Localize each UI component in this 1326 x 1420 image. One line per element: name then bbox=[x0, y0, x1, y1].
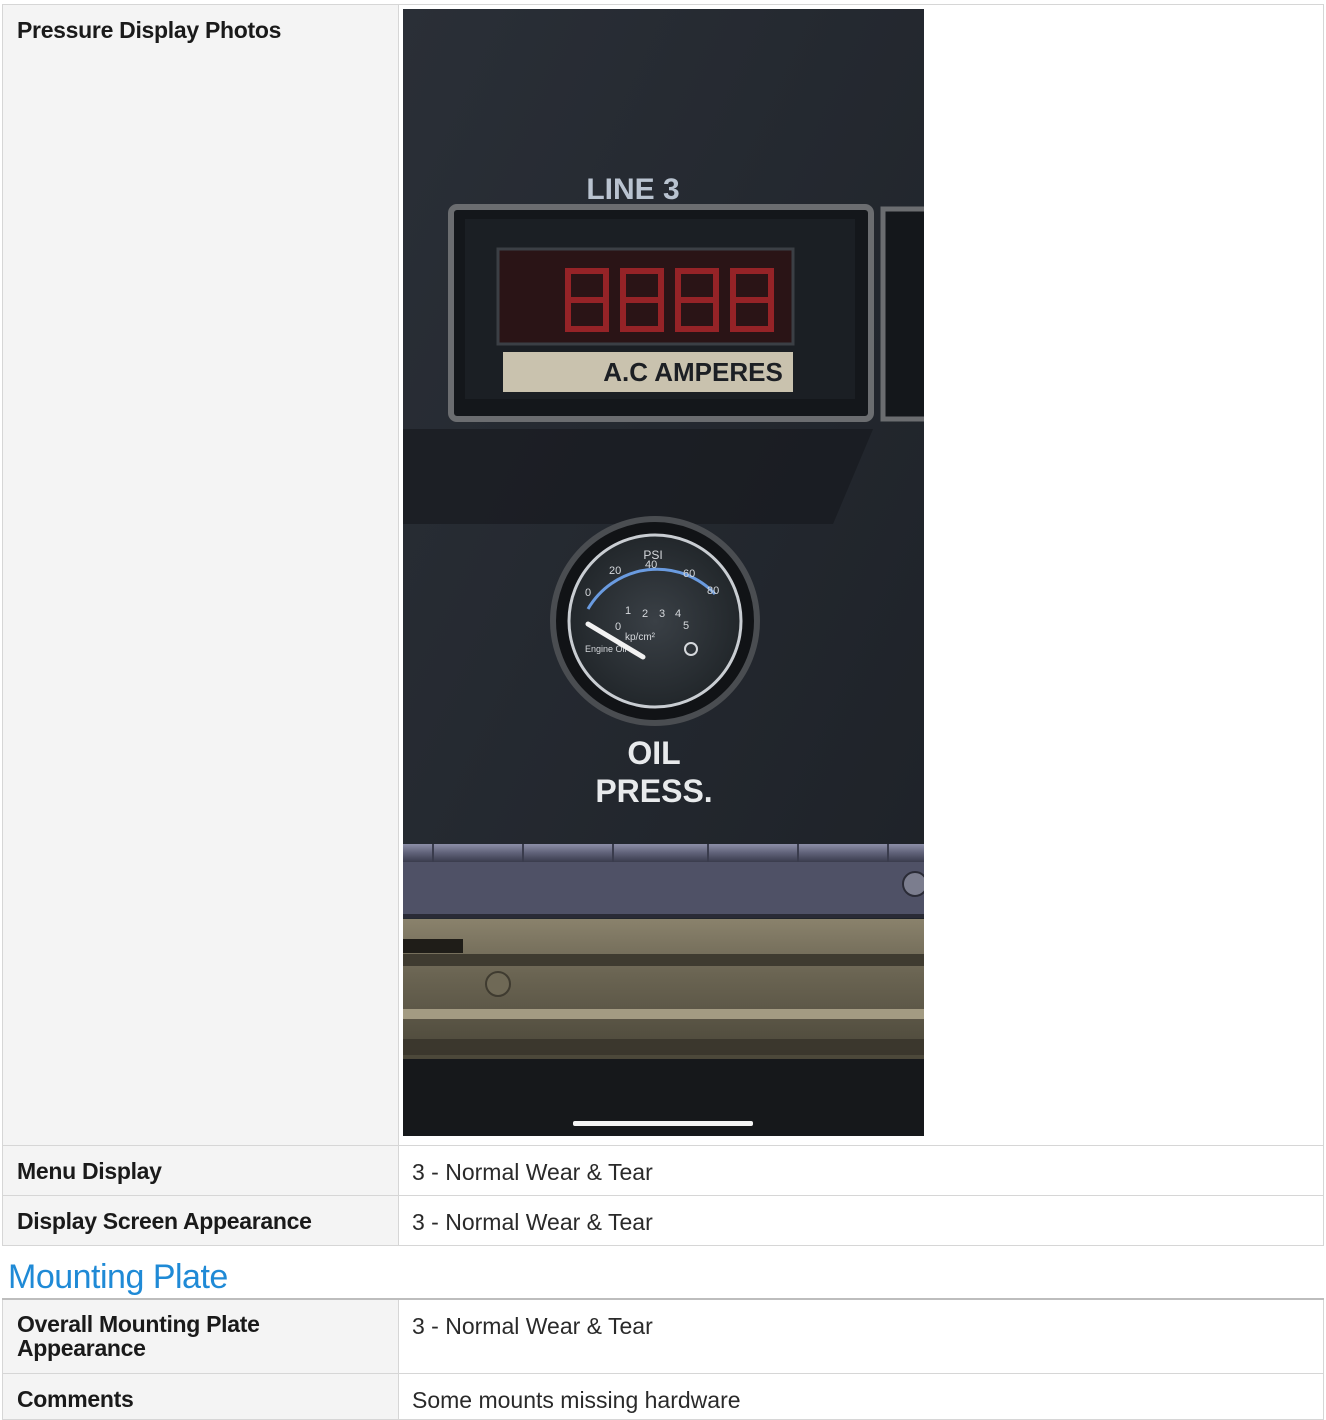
panel-top-label: LINE 3 bbox=[586, 173, 679, 206]
gauge-metric-tick: 4 bbox=[675, 608, 681, 620]
gauge-unit-metric: kp/cm² bbox=[625, 632, 656, 643]
inspection-table: Pressure Display Photos LINE 3 A.C AMPER… bbox=[2, 4, 1324, 1246]
oil-pressure-gauge: PSI 0 20 40 60 80 0 1 2 3 4 5 kp/cm² Eng… bbox=[550, 516, 760, 726]
row-label: Pressure Display Photos bbox=[2, 4, 399, 1146]
row-label: Comments bbox=[2, 1372, 399, 1420]
row-value: Some mounts missing hardware bbox=[398, 1372, 1324, 1420]
photo-cell: LINE 3 A.C AMPERES PSI 0 20 40 60 80 0 1… bbox=[398, 4, 1324, 1146]
section-title: Mounting Plate bbox=[8, 1258, 228, 1296]
table-row: Pressure Display Photos LINE 3 A.C AMPER… bbox=[2, 4, 1324, 1146]
gauge-metric-tick: 1 bbox=[625, 605, 631, 617]
row-value: 3 - Normal Wear & Tear bbox=[398, 1298, 1324, 1374]
pressure-display-photo[interactable]: LINE 3 A.C AMPERES PSI 0 20 40 60 80 0 1… bbox=[403, 9, 936, 1136]
table-row: Menu Display 3 - Normal Wear & Tear bbox=[2, 1145, 1324, 1196]
gauge-psi-tick: 0 bbox=[585, 587, 591, 599]
gauge-label-line1: OIL bbox=[627, 735, 680, 771]
gauge-metric-tick: 0 bbox=[615, 621, 621, 633]
row-label: Overall Mounting Plate Appearance bbox=[2, 1298, 399, 1374]
gauge-psi-tick: 20 bbox=[609, 565, 621, 577]
row-value: 3 - Normal Wear & Tear bbox=[398, 1145, 1324, 1196]
row-label: Display Screen Appearance bbox=[2, 1195, 399, 1246]
gauge-metric-tick: 2 bbox=[642, 608, 648, 620]
row-label: Menu Display bbox=[2, 1145, 399, 1196]
meter-label: A.C AMPERES bbox=[603, 357, 783, 387]
table-row: Display Screen Appearance 3 - Normal Wea… bbox=[2, 1195, 1324, 1246]
gauge-metric-tick: 5 bbox=[683, 620, 689, 632]
mounting-plate-table: Overall Mounting Plate Appearance 3 - No… bbox=[2, 1298, 1324, 1420]
row-value: 3 - Normal Wear & Tear bbox=[398, 1195, 1324, 1246]
table-row: Overall Mounting Plate Appearance 3 - No… bbox=[2, 1298, 1324, 1374]
gauge-psi-tick: 60 bbox=[683, 568, 695, 580]
report-page: Pressure Display Photos LINE 3 A.C AMPER… bbox=[0, 0, 1326, 1420]
table-row: Comments Some mounts missing hardware bbox=[2, 1372, 1324, 1420]
gauge-metric-tick: 3 bbox=[659, 608, 665, 620]
gauge-psi-tick: 40 bbox=[645, 559, 657, 571]
gauge-label-line2: PRESS. bbox=[595, 773, 712, 809]
gauge-psi-tick: 80 bbox=[707, 585, 719, 597]
